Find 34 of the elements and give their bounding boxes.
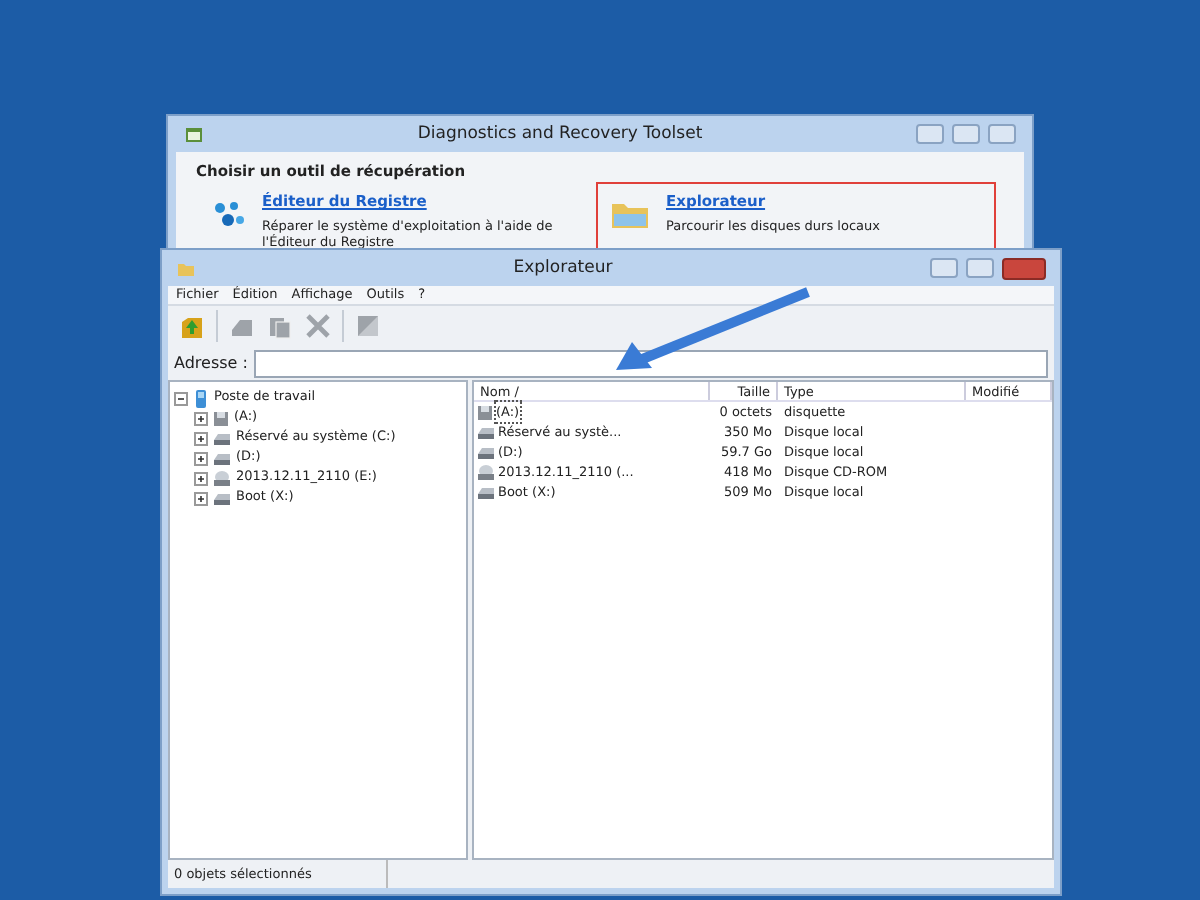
properties-icon xyxy=(354,312,382,340)
computer-icon xyxy=(192,387,210,409)
hard-drive-icon xyxy=(476,484,496,500)
window-title: Explorateur xyxy=(513,255,613,281)
cd-drive-icon xyxy=(212,469,232,487)
cd-drive-icon xyxy=(476,463,496,481)
registry-icon xyxy=(210,198,246,231)
minimize-button[interactable] xyxy=(929,258,958,278)
collapse-icon[interactable] xyxy=(174,391,188,405)
close-button[interactable] xyxy=(1001,257,1046,279)
delete-icon xyxy=(304,312,332,340)
app-icon xyxy=(184,125,204,143)
expand-icon[interactable] xyxy=(194,471,208,485)
copy-icon xyxy=(266,312,294,340)
expand-icon[interactable] xyxy=(194,491,208,505)
hard-drive-icon xyxy=(476,424,496,440)
window-title: Diagnostics and Recovery Toolset xyxy=(417,121,703,147)
hard-drive-icon xyxy=(476,444,496,460)
address-label: Adresse : xyxy=(174,351,248,375)
hard-drive-icon xyxy=(212,490,232,506)
expand-icon[interactable] xyxy=(194,411,208,425)
hard-drive-icon xyxy=(212,450,232,466)
floppy-drive-icon xyxy=(476,403,494,421)
address-field[interactable] xyxy=(253,349,1048,377)
folder-up-icon xyxy=(178,312,206,340)
folder-icon xyxy=(610,198,650,231)
maximize-button[interactable] xyxy=(952,124,980,144)
expand-icon[interactable] xyxy=(194,451,208,465)
expand-icon[interactable] xyxy=(194,431,208,445)
minimize-button[interactable] xyxy=(916,124,944,144)
folder-icon xyxy=(176,259,196,277)
floppy-drive-icon xyxy=(212,409,230,427)
hard-drive-icon xyxy=(212,430,232,446)
maximize-button[interactable] xyxy=(965,258,994,278)
